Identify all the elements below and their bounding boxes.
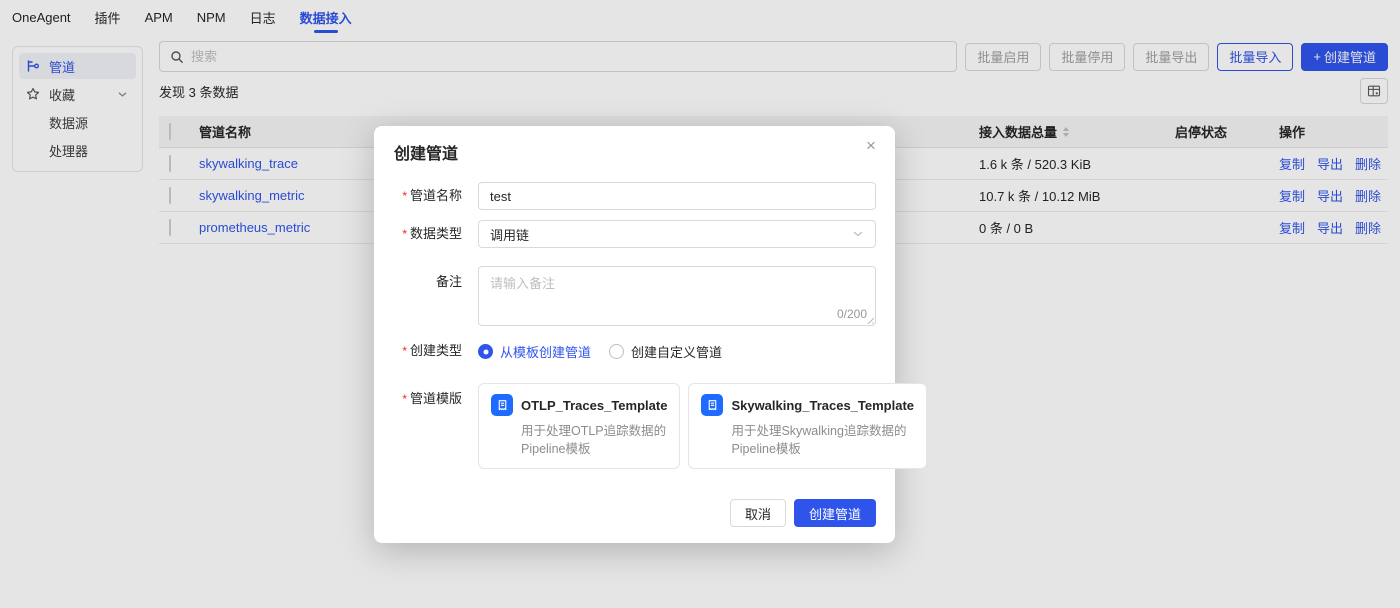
- form-row-template: * 管道模版 OTLP_Traces_Template 用于处理OTLP追踪数据的…: [394, 383, 928, 470]
- data-type-field-label: 数据类型: [409, 226, 462, 241]
- template-card-skywalking[interactable]: Skywalking_Traces_Template 用于处理Skywalkin…: [688, 383, 928, 470]
- template-card-title: Skywalking_Traces_Template: [731, 397, 915, 413]
- radio-custom-pipeline[interactable]: 创建自定义管道: [609, 342, 722, 361]
- radio-label: 从模板创建管道: [500, 345, 592, 360]
- template-card-otlp[interactable]: OTLP_Traces_Template 用于处理OTLP追踪数据的Pipeli…: [478, 383, 681, 470]
- radio-from-template[interactable]: 从模板创建管道: [478, 342, 591, 361]
- chevron-down-icon: [852, 228, 864, 240]
- close-icon[interactable]: ×: [860, 135, 882, 157]
- radio-label: 创建自定义管道: [631, 345, 723, 360]
- remark-textarea[interactable]: [478, 266, 876, 326]
- template-field-label: 管道模版: [409, 391, 462, 406]
- template-icon: [701, 394, 724, 416]
- remark-field-label: 备注: [435, 274, 462, 289]
- create-pipeline-modal: 创建管道 × *管道名称 *数据类型 调用链 备注 0/200: [374, 126, 928, 543]
- form-row-remark: 备注 0/200: [394, 266, 876, 326]
- modal-footer: 取消 创建管道: [729, 499, 876, 527]
- char-counter: 0/200: [836, 307, 867, 321]
- required-mark: *: [402, 189, 407, 203]
- create-type-field-label: 创建类型: [409, 343, 462, 358]
- form-row-create-type: * 创建类型 从模板创建管道 创建自定义管道: [394, 342, 876, 361]
- required-mark: *: [402, 392, 407, 406]
- template-icon: [491, 394, 513, 416]
- name-field-label: 管道名称: [409, 188, 462, 203]
- required-mark: *: [402, 227, 407, 241]
- pipeline-name-input[interactable]: [478, 182, 876, 210]
- template-card-desc: 用于处理Skywalking追踪数据的Pipeline模板: [731, 424, 907, 457]
- template-card-title: OTLP_Traces_Template: [521, 397, 668, 413]
- form-row-name: * 管道名称: [394, 182, 876, 210]
- radio-icon: [609, 344, 625, 359]
- data-type-selected-value: 调用链: [490, 227, 530, 243]
- radio-icon: [478, 344, 493, 359]
- modal-title: 创建管道: [394, 146, 459, 163]
- cancel-button[interactable]: 取消: [729, 499, 786, 527]
- template-card-desc: 用于处理OTLP追踪数据的Pipeline模板: [521, 424, 667, 457]
- submit-create-button[interactable]: 创建管道: [793, 499, 876, 527]
- data-type-select[interactable]: 调用链: [478, 220, 876, 248]
- required-mark: *: [402, 344, 407, 358]
- create-pipeline-form: *管道名称 *数据类型 调用链 备注 0/200: [394, 182, 928, 470]
- form-row-data-type: * 数据类型 调用链: [394, 220, 876, 248]
